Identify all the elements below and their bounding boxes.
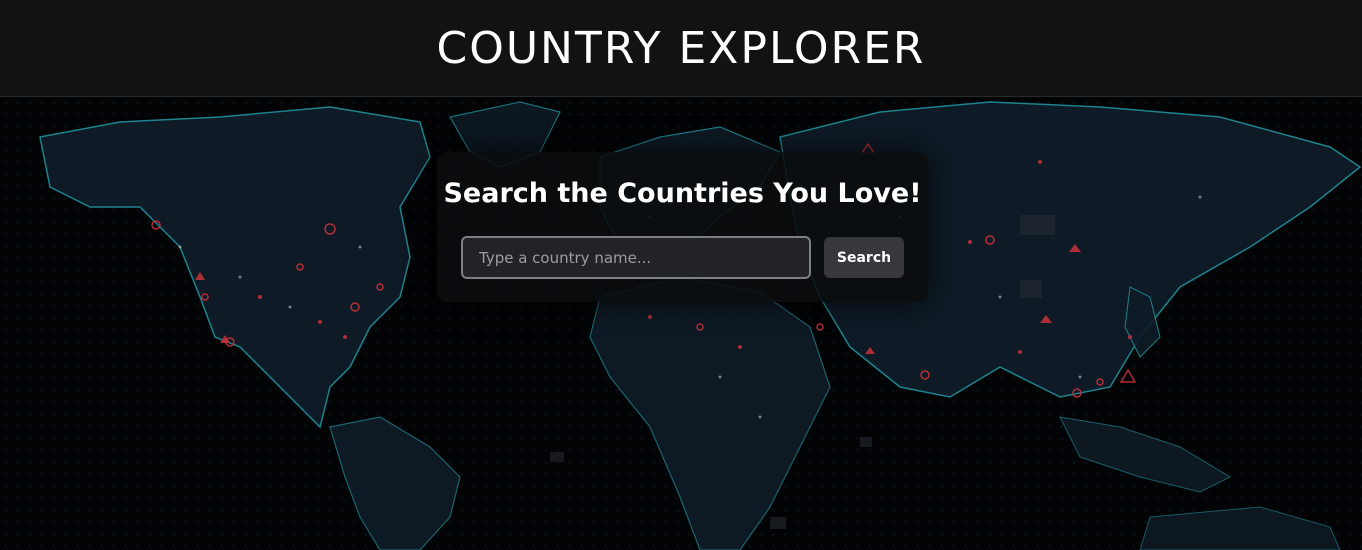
country-search-input[interactable]	[461, 236, 811, 279]
app-header: COUNTRY EXPLORER	[0, 0, 1362, 97]
search-button[interactable]: Search	[824, 237, 904, 278]
search-heading: Search the Countries You Love!	[443, 178, 922, 209]
search-card: Search the Countries You Love! Search	[437, 152, 928, 302]
page-title: COUNTRY EXPLORER	[436, 22, 926, 74]
